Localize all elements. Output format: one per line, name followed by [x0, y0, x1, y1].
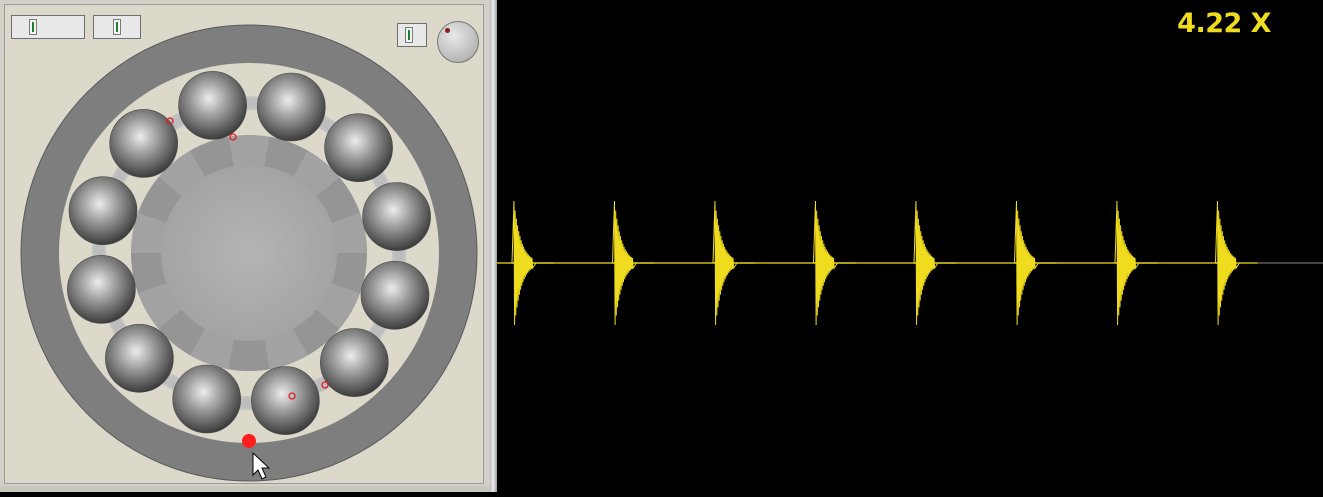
bearing-panel — [0, 0, 490, 492]
speed-multiplier-readout: 4.22 X — [1177, 8, 1271, 39]
panel-splitter[interactable] — [490, 0, 497, 492]
cage-separator — [238, 397, 254, 409]
waveform-plot — [497, 200, 1323, 326]
bearing-ball — [324, 113, 393, 182]
ball-bearing-diagram — [20, 24, 478, 482]
inner-race-segment — [228, 339, 270, 371]
bearing-ball — [178, 71, 247, 140]
bearing-ball — [360, 260, 430, 330]
bearing-ball — [256, 72, 326, 142]
cage-separator — [93, 242, 105, 258]
bearing-view-frame — [4, 4, 484, 484]
bearing-ball — [172, 364, 241, 434]
status-strip — [0, 486, 490, 492]
outer-race-defect[interactable] — [242, 434, 256, 448]
bearing-ball — [319, 328, 389, 397]
impact-bursts — [497, 200, 1258, 326]
bearing-ball — [68, 176, 138, 245]
bearing-ball — [105, 323, 174, 393]
inner-race-bore — [161, 165, 337, 341]
bearing-ball — [67, 255, 136, 324]
cage-separator — [393, 248, 405, 264]
bearing-ball — [251, 366, 320, 435]
vibration-scope: 4.22 X — [497, 0, 1323, 492]
bearing-ball — [362, 182, 431, 251]
cage-separator — [244, 97, 260, 109]
